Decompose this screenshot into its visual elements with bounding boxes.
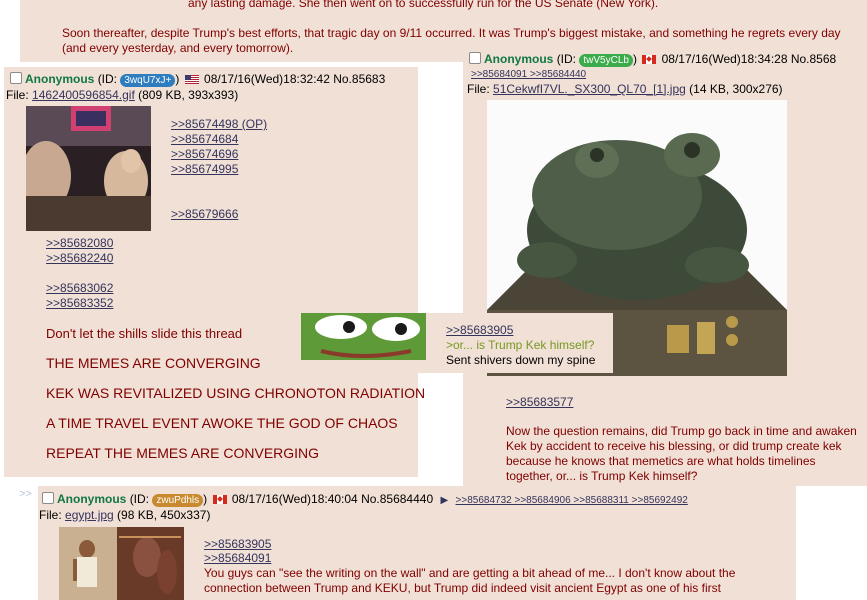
quote-link[interactable]: >>85674684 [171, 132, 238, 146]
post-text-line: REPEAT THE MEMES ARE CONVERGING [46, 445, 320, 461]
hover-preview-popup: >>85683905 >or... is Trump Kek himself? … [301, 313, 613, 373]
post-text: Sent shivers down my spine [446, 353, 596, 367]
post-text: You guys can "see the writing on the wal… [204, 566, 736, 595]
quote-link[interactable]: >>85682080 [46, 236, 113, 250]
file-info: File: 1462400596854.gif (809 KB, 393x393… [6, 88, 239, 102]
backlinks[interactable]: >>85684732 >>85684906 >>85688311 >>85692… [456, 495, 688, 506]
post-text-line: KEK WAS REVITALIZED USING CHRONOTON RADI… [46, 385, 426, 401]
post-meta[interactable]: 08/17/16(Wed)18:34:28 No.8568 [662, 52, 837, 66]
backlinks[interactable]: >>85684091 >>85684440 [471, 69, 586, 80]
quote-link[interactable]: >>85683577 [506, 395, 573, 409]
quote-link[interactable]: >>85683062 [46, 281, 113, 295]
post-select-checkbox[interactable] [42, 492, 54, 504]
id-badge[interactable]: 3wqU7xJ+ [120, 74, 176, 87]
quote-link[interactable]: >>85683905 [204, 537, 271, 551]
poster-id: (ID: twV5yCLb) [556, 52, 637, 67]
poster-id: (ID: 3wqU7xJ+) [97, 72, 180, 87]
pepe-thumbnail-image[interactable] [301, 313, 426, 360]
reply-post-bottom: Anonymous (ID: zwuPdhls) 08/17/16(Wed)18… [38, 486, 796, 600]
post-text-line: THE MEMES ARE CONVERGING [46, 355, 261, 371]
reply-post-left: Anonymous (ID: 3wqU7xJ+) 08/17/16(Wed)18… [4, 67, 425, 477]
reply-post-right: Anonymous (ID: twV5yCLb) 08/17/16(Wed)18… [463, 46, 867, 486]
file-link[interactable]: egypt.jpg [65, 508, 114, 522]
quote-link[interactable]: >>85682240 [46, 251, 113, 265]
us-flag-icon [184, 75, 199, 84]
post-text: Now the question remains, did Trump go b… [506, 424, 857, 483]
quote-link[interactable]: >>85683352 [46, 296, 113, 310]
file-info: File: egypt.jpg (98 KB, 450x337) [39, 508, 211, 522]
quote-link[interactable]: >>85683905 [446, 323, 513, 337]
greentext-quote: >or... is Trump Kek himself? [446, 338, 595, 352]
expand-arrow-icon[interactable]: ▶ [440, 495, 448, 506]
quote-link[interactable]: >>85674498 (OP) [171, 117, 267, 131]
post-header: Anonymous (ID: 3wqU7xJ+) 08/17/16(Wed)18… [10, 72, 385, 87]
post-select-checkbox[interactable] [469, 52, 481, 64]
egypt-thumbnail-image[interactable] [59, 527, 184, 600]
post-meta[interactable]: 08/17/16(Wed)18:32:42 No.85683 [204, 72, 385, 86]
post-text-line: any lasting damage. She then went on to … [188, 0, 659, 10]
file-link[interactable]: 1462400596854.gif [32, 88, 135, 102]
quote-link[interactable]: >>85679666 [171, 207, 238, 221]
canada-flag-icon [642, 55, 657, 64]
post-header: Anonymous (ID: zwuPdhls) 08/17/16(Wed)18… [42, 492, 688, 507]
poster-name: Anonymous [25, 72, 95, 86]
reply-arrow: >> [19, 488, 32, 500]
poster-id: (ID: zwuPdhls) [129, 492, 208, 507]
post-text-line: Don't let the shills slide this thread [46, 326, 243, 341]
post-header: Anonymous (ID: twV5yCLb) 08/17/16(Wed)18… [469, 52, 836, 67]
id-badge[interactable]: twV5yCLb [579, 54, 633, 67]
poster-name: Anonymous [57, 492, 127, 506]
file-link[interactable]: 51CekwfI7VL._SX300_QL70_[1].jpg [493, 82, 686, 96]
post-text-line: A TIME TRAVEL EVENT AWOKE THE GOD OF CHA… [46, 415, 398, 431]
post-select-checkbox[interactable] [10, 72, 22, 84]
poster-name: Anonymous [484, 52, 554, 66]
quote-link[interactable]: >>85684091 [204, 551, 271, 565]
post-meta[interactable]: 08/17/16(Wed)18:40:04 No.85684440 [232, 492, 433, 506]
id-badge[interactable]: zwuPdhls [152, 494, 204, 507]
quote-link[interactable]: >>85674696 [171, 147, 238, 161]
quote-link[interactable]: >>85674995 [171, 162, 238, 176]
file-info: File: 51CekwfI7VL._SX300_QL70_[1].jpg (1… [467, 82, 783, 96]
canada-flag-icon [212, 495, 227, 504]
post-thumbnail-image[interactable] [26, 106, 151, 231]
